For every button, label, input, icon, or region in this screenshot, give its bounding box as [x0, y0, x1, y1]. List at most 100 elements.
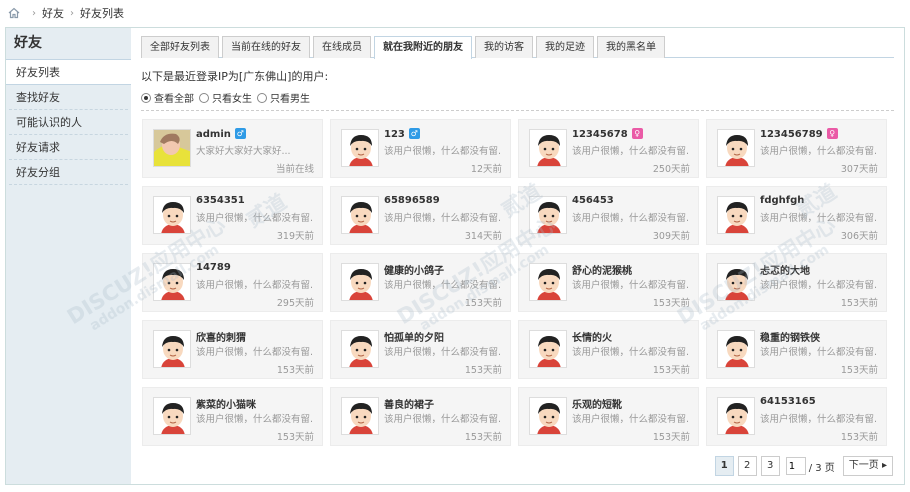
tab-online-friends[interactable]: 当前在线的好友: [222, 36, 310, 58]
sidebar-item-friend-requests[interactable]: 好友请求: [9, 135, 128, 160]
avatar[interactable]: [341, 196, 379, 234]
user-card[interactable]: 舒心的泥猴桃 该用户很懒，什么都没有留... 153天前: [518, 253, 699, 312]
last-login-time: 153天前: [276, 365, 314, 376]
user-card[interactable]: 123 ♂ 该用户很懒，什么都没有留... 12天前: [330, 119, 511, 178]
user-name[interactable]: 123: [384, 129, 405, 140]
user-card[interactable]: 12345678 ♀ 该用户很懒，什么都没有留... 250天前: [518, 119, 699, 178]
user-card[interactable]: 64153165 该用户很懒，什么都没有留... 153天前: [706, 387, 887, 446]
breadcrumb-separator-icon: ›: [32, 7, 36, 19]
user-card[interactable]: 456453 该用户很懒，什么都没有留... 309天前: [518, 186, 699, 245]
page-number-input[interactable]: [785, 457, 806, 475]
avatar[interactable]: [153, 196, 191, 234]
tab-my-footprints[interactable]: 我的足迹: [536, 36, 594, 58]
home-icon[interactable]: [8, 7, 20, 19]
user-name-row: 长情的火: [572, 329, 612, 344]
avatar[interactable]: [717, 330, 755, 368]
user-name[interactable]: admin: [196, 129, 231, 140]
tab-online-members[interactable]: 在线成员: [313, 36, 371, 58]
last-login-time: 153天前: [464, 432, 502, 443]
tab-all-friends[interactable]: 全部好友列表: [141, 36, 219, 58]
user-name[interactable]: 稳重的钢铁侠: [760, 333, 820, 344]
avatar[interactable]: [341, 397, 379, 435]
user-name[interactable]: 12345678: [572, 129, 628, 140]
user-card[interactable]: 欣喜的刺猬 该用户很懒，什么都没有留... 153天前: [142, 320, 323, 379]
last-login-time: 153天前: [840, 298, 878, 309]
avatar[interactable]: [153, 263, 191, 301]
user-signature: 该用户很懒，什么都没有留...: [760, 146, 878, 157]
user-name[interactable]: 怕孤单的夕阳: [384, 333, 444, 344]
avatar[interactable]: [529, 263, 567, 301]
user-card[interactable]: 乐观的短靴 该用户很懒，什么都没有留... 153天前: [518, 387, 699, 446]
avatar[interactable]: [341, 330, 379, 368]
avatar[interactable]: [529, 196, 567, 234]
avatar[interactable]: [529, 330, 567, 368]
user-card[interactable]: 123456789 ♀ 该用户很懒，什么都没有留... 307天前: [706, 119, 887, 178]
filter-female-radio[interactable]: 只看女生: [199, 90, 252, 105]
avatar[interactable]: [341, 263, 379, 301]
user-name[interactable]: 长情的火: [572, 333, 612, 344]
user-card[interactable]: 善良的裙子 该用户很懒，什么都没有留... 153天前: [330, 387, 511, 446]
user-name[interactable]: 忐忑的大地: [760, 266, 810, 277]
tab-bar: 全部好友列表 当前在线的好友 在线成员 就在我附近的朋友 我的访客 我的足迹 我…: [141, 36, 894, 59]
tab-my-visitors[interactable]: 我的访客: [475, 36, 533, 58]
user-name[interactable]: 65896589: [384, 195, 440, 206]
sidebar-item-friend-groups[interactable]: 好友分组: [9, 160, 128, 185]
user-name[interactable]: 64153165: [760, 396, 816, 407]
avatar[interactable]: [529, 129, 567, 167]
user-name[interactable]: fdghfgh: [760, 195, 804, 206]
sidebar-item-find-friends[interactable]: 查找好友: [9, 85, 128, 110]
last-login-time: 当前在线: [275, 164, 314, 175]
page-2-button[interactable]: 2: [737, 456, 757, 476]
avatar[interactable]: [529, 397, 567, 435]
user-card[interactable]: 紫菜的小猫咪 该用户很懒，什么都没有留... 153天前: [142, 387, 323, 446]
user-name-row: 65896589: [384, 195, 440, 206]
user-card[interactable]: 稳重的钢铁侠 该用户很懒，什么都没有留... 153天前: [706, 320, 887, 379]
user-signature: 该用户很懒，什么都没有留...: [760, 213, 878, 224]
avatar[interactable]: [153, 129, 191, 167]
ip-note: 以下是最近登录IP为[广东佛山]的用户:: [141, 70, 329, 83]
user-name[interactable]: 乐观的短靴: [572, 400, 622, 411]
user-signature: 该用户很懒，什么都没有留...: [760, 414, 878, 425]
user-name[interactable]: 健康的小鸽子: [384, 266, 444, 277]
avatar[interactable]: [153, 397, 191, 435]
avatar[interactable]: [717, 129, 755, 167]
user-name[interactable]: 6354351: [196, 195, 245, 206]
page-1-button[interactable]: 1: [714, 456, 734, 476]
user-name[interactable]: 123456789: [760, 129, 823, 140]
user-name[interactable]: 紫菜的小猫咪: [196, 400, 256, 411]
sidebar-item-friend-list[interactable]: 好友列表: [6, 60, 131, 85]
avatar[interactable]: [153, 330, 191, 368]
breadcrumb-item-friend-list[interactable]: 好友列表: [80, 5, 124, 21]
filter-male-radio[interactable]: 只看男生: [257, 90, 310, 105]
page-3-button[interactable]: 3: [760, 456, 780, 476]
filter-all-radio[interactable]: 查看全部: [141, 90, 194, 105]
avatar[interactable]: [717, 397, 755, 435]
tab-my-blacklist[interactable]: 我的黑名单: [597, 36, 665, 58]
breadcrumb-item-friends[interactable]: 好友: [42, 5, 64, 21]
user-card[interactable]: 怕孤单的夕阳 该用户很懒，什么都没有留... 153天前: [330, 320, 511, 379]
user-card[interactable]: 65896589 该用户很懒，什么都没有留... 314天前: [330, 186, 511, 245]
user-name[interactable]: 善良的裙子: [384, 400, 434, 411]
avatar[interactable]: [717, 263, 755, 301]
sidebar-item-people-you-may-know[interactable]: 可能认识的人: [9, 110, 128, 135]
pagination: 1 2 3 / 3 页 下一页 ▸: [711, 456, 893, 476]
user-card[interactable]: fdghfgh 该用户很懒，什么都没有留... 306天前: [706, 186, 887, 245]
avatar[interactable]: [717, 196, 755, 234]
user-card[interactable]: admin ♂ 大家好大家好大家好... 当前在线: [142, 119, 323, 178]
user-name[interactable]: 欣喜的刺猬: [196, 333, 246, 344]
user-name[interactable]: 456453: [572, 195, 614, 206]
tab-nearby-friends[interactable]: 就在我附近的朋友: [374, 36, 472, 59]
user-card[interactable]: 健康的小鸽子 该用户很懒，什么都没有留... 153天前: [330, 253, 511, 312]
user-name[interactable]: 14789: [196, 262, 231, 273]
next-page-button[interactable]: 下一页 ▸: [842, 456, 893, 476]
user-name[interactable]: 舒心的泥猴桃: [572, 266, 632, 277]
user-card[interactable]: 14789 该用户很懒，什么都没有留... 295天前: [142, 253, 323, 312]
radio-selected-icon[interactable]: [141, 92, 151, 103]
user-signature: 该用户很懒，什么都没有留...: [572, 280, 690, 291]
user-card[interactable]: 6354351 该用户很懒，什么都没有留... 319天前: [142, 186, 323, 245]
user-card[interactable]: 忐忑的大地 该用户很懒，什么都没有留... 153天前: [706, 253, 887, 312]
radio-unselected-icon[interactable]: [199, 92, 209, 103]
avatar[interactable]: [341, 129, 379, 167]
user-card[interactable]: 长情的火 该用户很懒，什么都没有留... 153天前: [518, 320, 699, 379]
radio-unselected-icon[interactable]: [257, 92, 267, 103]
